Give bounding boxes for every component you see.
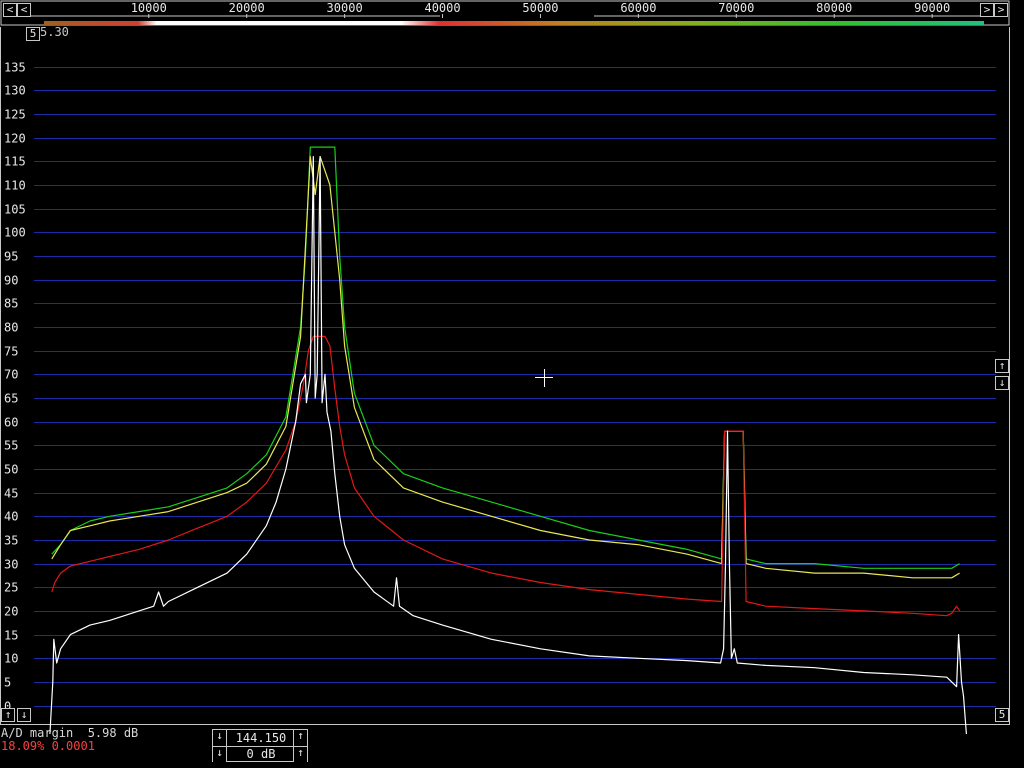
scroll-left-button-2[interactable]: < bbox=[17, 3, 31, 17]
arrow-down-icon: ↓ bbox=[20, 708, 28, 721]
db-tick-label: 100 bbox=[4, 226, 26, 240]
arrow-left-icon: < bbox=[6, 3, 14, 16]
zoom-level: 5.30 bbox=[40, 25, 69, 39]
db-tick-label: 115 bbox=[4, 155, 26, 169]
db-tick-label: 45 bbox=[4, 487, 18, 501]
level-up-button[interactable]: ↑ bbox=[1, 708, 15, 722]
arrow-down-icon: ↓ bbox=[998, 376, 1006, 389]
db-tick-label: 60 bbox=[4, 416, 18, 430]
db-tick-label: 20 bbox=[4, 605, 18, 619]
spectrum-display[interactable]: 0510152025303540455055606570758085909510… bbox=[0, 0, 1024, 768]
db-tick-label: 30 bbox=[4, 558, 18, 572]
scroll-right-button[interactable]: > bbox=[980, 3, 994, 17]
db-tick-label: 40 bbox=[4, 510, 18, 524]
db-tick-label: 105 bbox=[4, 203, 26, 217]
gain-up-button[interactable]: ↑ bbox=[293, 747, 307, 762]
arrow-right-icon: > bbox=[983, 3, 991, 16]
frequency-tick-label: 30000 bbox=[327, 1, 363, 15]
db-tick-label: 15 bbox=[4, 629, 18, 643]
average-count-label: 5 bbox=[29, 27, 37, 40]
db-tick-label: 55 bbox=[4, 439, 18, 453]
db-tick-label: 110 bbox=[4, 179, 26, 193]
gain-down-button[interactable]: ↓ bbox=[213, 747, 227, 762]
frequency-tick-label: 50000 bbox=[522, 1, 558, 15]
arrow-up-icon: ↑ bbox=[4, 708, 12, 721]
db-tick-label: 125 bbox=[4, 108, 26, 122]
db-tick-label: 5 bbox=[4, 676, 11, 690]
db-tick-label: 35 bbox=[4, 534, 18, 548]
gain-value[interactable]: 0 dB bbox=[227, 747, 295, 761]
db-tick-label: 95 bbox=[4, 250, 18, 264]
average-count-button[interactable]: 5 bbox=[26, 27, 40, 41]
frequency-down-button[interactable]: ↓ bbox=[213, 730, 227, 746]
frequency-tick-label: 20000 bbox=[229, 1, 265, 15]
level-down-button[interactable]: ↓ bbox=[17, 708, 31, 722]
db-tick-label: 75 bbox=[4, 345, 18, 359]
frequency-tick-label: 40000 bbox=[424, 1, 460, 15]
frequency-tick-label: 80000 bbox=[816, 1, 852, 15]
db-tick-label: 80 bbox=[4, 321, 18, 335]
db-tick-label: 130 bbox=[4, 84, 26, 98]
arrow-down-icon: ↓ bbox=[216, 729, 223, 742]
bottom-right-number-label: 5 bbox=[998, 708, 1006, 721]
arrow-right-icon: > bbox=[997, 3, 1005, 16]
db-tick-label: 25 bbox=[4, 581, 18, 595]
scroll-right-button-2[interactable]: > bbox=[994, 3, 1008, 17]
arrow-down-icon: ↓ bbox=[216, 746, 223, 759]
frequency-tick-label: 90000 bbox=[914, 1, 950, 15]
db-tick-label: 90 bbox=[4, 274, 18, 288]
db-tick-label: 120 bbox=[4, 132, 26, 146]
db-tick-label: 70 bbox=[4, 368, 18, 382]
scale-down-button[interactable]: ↓ bbox=[995, 376, 1009, 390]
arrow-left-icon: < bbox=[20, 3, 28, 16]
frequency-gain-control: ↓ 144.150 ↑ ↓ 0 dB ↑ bbox=[212, 729, 308, 762]
db-tick-label: 135 bbox=[4, 61, 26, 75]
db-tick-label: 10 bbox=[4, 652, 18, 666]
bottom-right-number-button[interactable]: 5 bbox=[995, 708, 1009, 722]
scroll-left-button[interactable]: < bbox=[3, 3, 17, 17]
db-tick-label: 65 bbox=[4, 392, 18, 406]
frequency-tick-label: 10000 bbox=[131, 1, 167, 15]
scale-up-button[interactable]: ↑ bbox=[995, 359, 1009, 373]
db-tick-label: 50 bbox=[4, 463, 18, 477]
frequency-tick-label: 70000 bbox=[718, 1, 754, 15]
arrow-up-icon: ↑ bbox=[297, 729, 304, 742]
cpu-load-status: 18.09% 0.0001 bbox=[1, 739, 95, 753]
center-frequency-value[interactable]: 144.150 bbox=[227, 731, 295, 745]
arrow-up-icon: ↑ bbox=[998, 359, 1006, 372]
arrow-up-icon: ↑ bbox=[297, 746, 304, 759]
db-tick-label: 85 bbox=[4, 297, 18, 311]
color-palette-bar[interactable] bbox=[44, 21, 984, 25]
frequency-up-button[interactable]: ↑ bbox=[293, 730, 307, 746]
frequency-tick-label: 60000 bbox=[620, 1, 656, 15]
